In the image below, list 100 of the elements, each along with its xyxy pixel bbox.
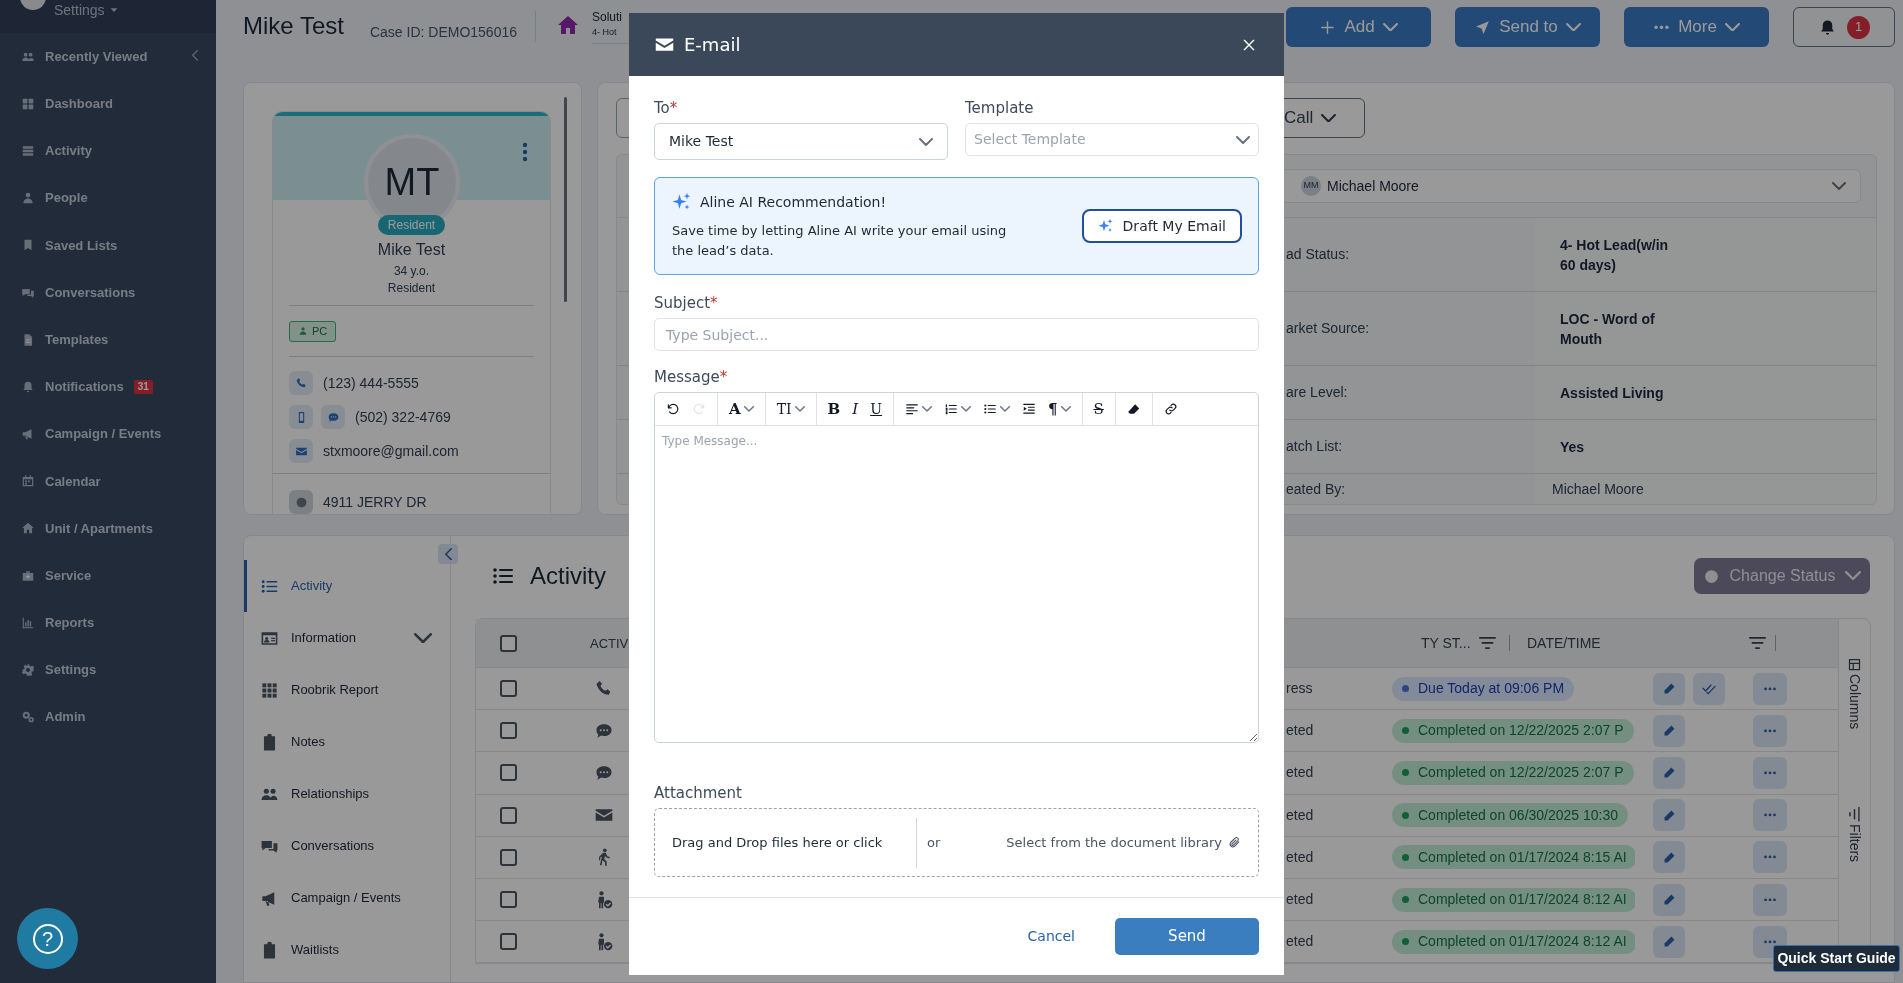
calendar-icon [21,474,35,489]
complete-button[interactable] [1693,672,1725,705]
message-field[interactable]: Type Message... [655,426,1258,742]
sidebar-item[interactable]: Campaign / Events [0,410,216,458]
header-button[interactable]: More [1624,7,1769,47]
filter-icon[interactable] [1478,637,1496,649]
columns-tab[interactable]: Columns [1844,657,1865,730]
edit-button[interactable] [1653,925,1685,958]
filter-icon[interactable] [1749,637,1766,649]
section-tab[interactable]: Waitlists [244,924,450,976]
section-tab[interactable]: Relationships [244,768,450,820]
contact-detail: 4911 JERRY DR [323,492,427,512]
attachment-dropzone[interactable]: Drag and Drop files here or click or Select from the document library [654,808,1259,877]
edit-button[interactable] [1653,883,1685,916]
count-badge: 31 [133,379,153,394]
kebab-menu-icon[interactable] [522,142,528,162]
quick-start-button[interactable]: Quick Start Guide [1773,945,1900,972]
checkbox[interactable] [500,634,517,652]
sidebar-item[interactable]: Conversations [0,268,216,317]
recipient-select[interactable]: Mike Test [654,123,948,160]
sidebar-item[interactable]: People [0,174,216,222]
sidebar-item[interactable]: Service [0,552,216,600]
field-label: Attachment [654,784,743,802]
sidebar-item[interactable]: Admin [0,693,216,741]
sidebar-item[interactable]: Templates [0,316,216,364]
chevron-icon [1382,22,1398,32]
chevron-icon [1832,182,1846,190]
toolbar-format-button[interactable]: A [723,396,760,422]
user-menu[interactable]: Settings [54,1,119,19]
cancel-button[interactable]: Cancel [1027,926,1075,947]
send-button[interactable]: Send [1115,918,1259,955]
toolbar-format-button[interactable]: ¶ [1041,396,1077,422]
message-button[interactable] [321,405,345,429]
field-label: eated By: [1286,479,1346,499]
sidebar-item[interactable]: Activity [0,127,216,175]
owner-name: Michael Moore [1327,176,1419,196]
toolbar-format-button[interactable]: S [1087,396,1110,422]
edit-button[interactable] [1653,756,1685,789]
contact-icon-box[interactable] [289,439,313,463]
section-tab[interactable]: Activity [244,560,450,612]
edit-button[interactable] [1653,672,1685,705]
sidebar-item[interactable]: Notifications 31 [0,363,216,411]
grid-icon [260,680,279,700]
section-tab[interactable]: Information [244,612,450,664]
toolbar-format-button[interactable]: I [846,396,865,422]
contact-detail[interactable]: (502) 322-4769 [355,406,451,428]
header-button[interactable]: Add [1286,7,1431,47]
briefcase-icon [21,568,35,583]
toolbar-format-button[interactable]: TI [770,396,811,422]
header-button[interactable]: Send to [1455,7,1600,47]
checkbox[interactable] [500,806,517,824]
field-label: arket Source: [1286,319,1370,338]
chevron-icon [919,137,933,146]
contact-detail[interactable]: stxmoore@gmail.com [323,440,459,462]
checkbox[interactable] [500,680,517,698]
checkbox[interactable] [500,722,517,740]
contact-icon-box[interactable] [289,405,313,429]
sidebar-item[interactable]: Dashboard [0,80,216,128]
checkbox[interactable] [500,764,517,782]
edit-button[interactable] [1653,841,1685,874]
filters-tab[interactable]: Filters [1844,809,1865,862]
sidebar-item[interactable]: Saved Lists [0,221,216,269]
column-header[interactable]: TY ST... [1421,632,1471,654]
section-tab[interactable]: Conversations [244,820,450,872]
message-editor[interactable]: A TI B I U ¶ S Type Message... [654,392,1259,743]
checkbox[interactable] [500,933,517,951]
sidebar-item[interactable]: Recently Viewed [0,33,216,81]
change-status-button[interactable]: Change Status [1694,558,1870,594]
house-icon [556,13,580,37]
edit-button[interactable] [1653,714,1685,747]
edit-button[interactable] [1653,799,1685,832]
section-tab[interactable]: Roobrik Report [244,664,450,716]
sidebar-item[interactable]: Unit / Apartments [0,504,216,553]
collapse-icon[interactable] [192,50,198,61]
column-header[interactable]: ACTIV [590,635,629,651]
collapse-button[interactable] [438,544,458,564]
toolbar-format-button[interactable]: U [864,396,888,422]
table-cell: eted [1286,806,1314,823]
contact-icon-box[interactable] [289,371,313,395]
field-value: LOC - Word of Mouth [1560,309,1656,349]
section-tab[interactable]: Notes [244,716,450,768]
notifications-button[interactable]: 1 [1793,7,1895,47]
contact-icon-box[interactable] [289,490,313,514]
contact-detail[interactable]: (123) 444-5555 [323,372,419,394]
sidebar-item[interactable]: Reports [0,599,216,647]
checkbox[interactable] [500,891,517,909]
section-tab[interactable]: Campaign / Events [244,872,450,924]
contact-tag: PC [289,320,337,342]
document-library-link[interactable]: Select from the document library [1006,832,1241,853]
ai-title: Aline AI Recommendation! [700,192,887,212]
toolbar-format-button[interactable]: B [821,396,847,422]
draft-email-button[interactable]: Draft My Email [1081,209,1242,243]
sidebar-item[interactable]: Calendar [0,457,216,505]
template-select[interactable]: Select Template [965,123,1259,156]
chevron-icon [414,632,432,644]
sidebar-item[interactable]: Settings [0,646,216,694]
column-header[interactable]: DATE/TIME [1527,632,1601,654]
subject-field[interactable]: Type Subject... [654,318,1259,351]
checkbox[interactable] [500,848,517,866]
paperclip-icon [1228,836,1241,849]
